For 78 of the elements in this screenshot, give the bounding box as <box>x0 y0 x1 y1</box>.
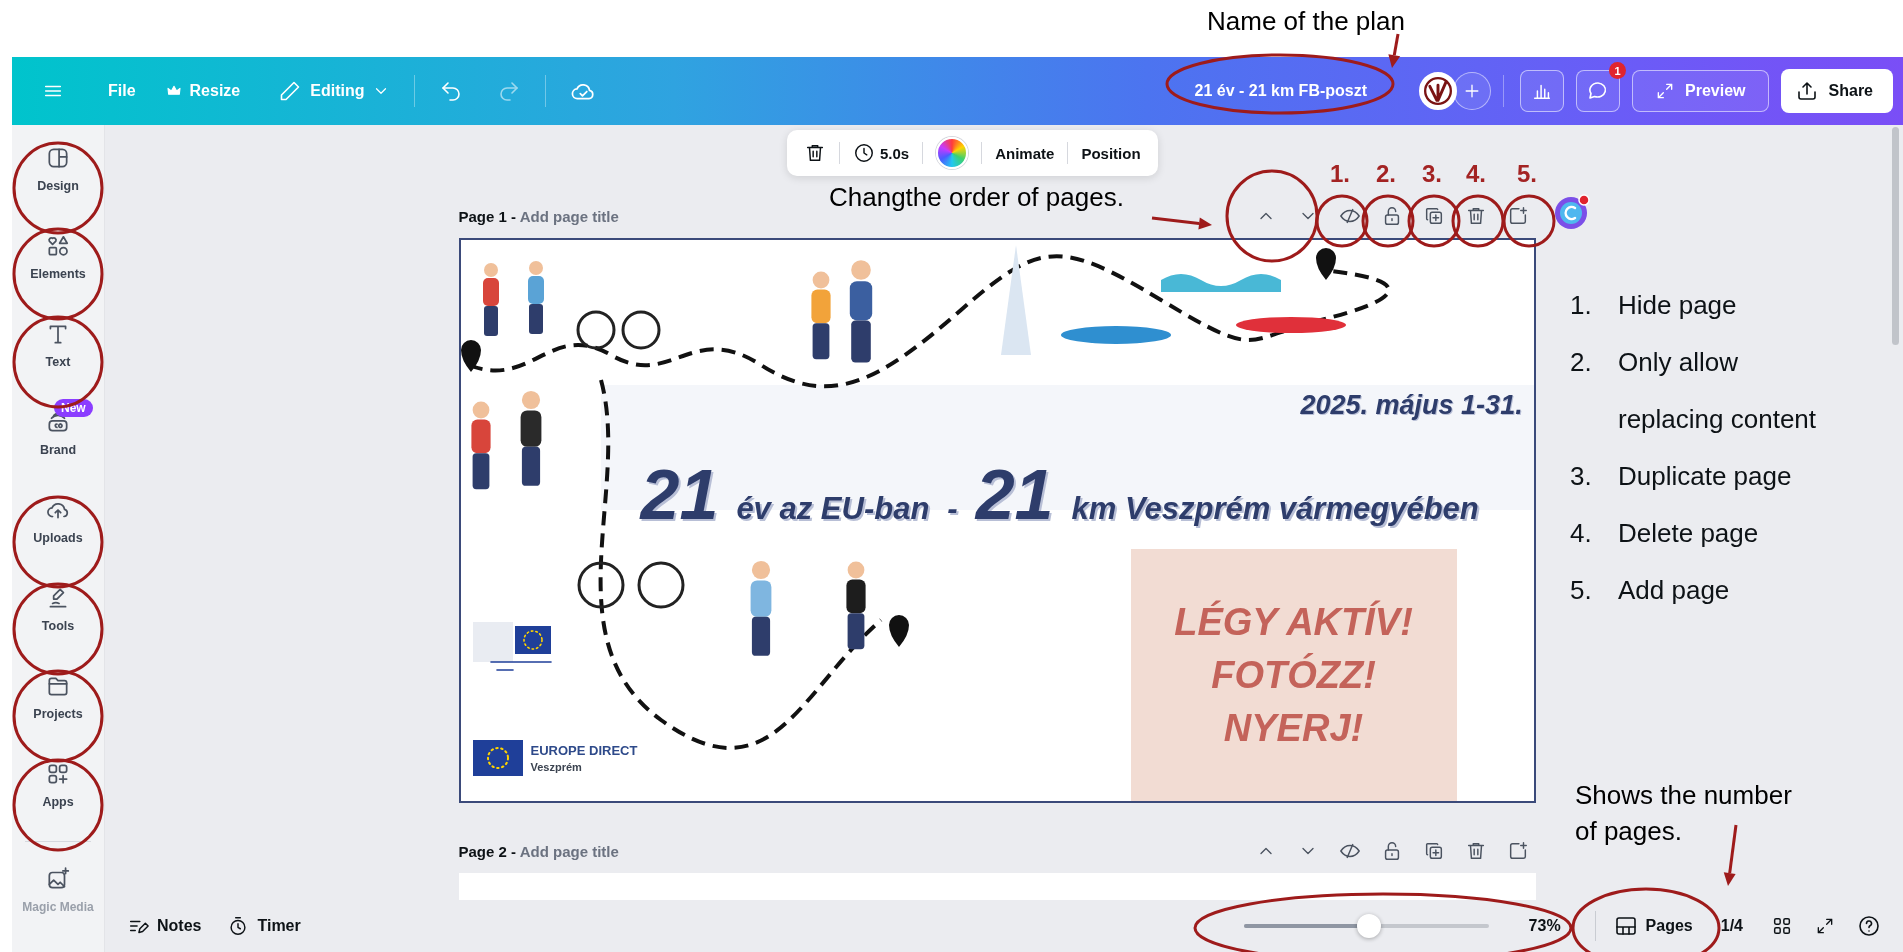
legend-text: Add page <box>1618 574 1731 607</box>
list-number: 3. <box>1570 460 1593 493</box>
apps-grid-icon <box>45 761 71 787</box>
sidebar-item[interactable]: Uploads <box>18 487 98 575</box>
timer-button[interactable]: Timer <box>219 909 309 943</box>
add-collaborator-button[interactable] <box>1453 72 1492 110</box>
color-wheel-icon <box>936 137 969 169</box>
help-icon <box>1857 914 1881 938</box>
headline-text: - <box>947 491 958 527</box>
sidebar-item[interactable]: Tools <box>18 575 98 663</box>
highlight-ellipse <box>1361 194 1415 248</box>
highlight-ellipse <box>1502 194 1556 248</box>
insights-button[interactable] <box>1520 70 1565 112</box>
expand-icon <box>1815 916 1835 936</box>
annotation-number: 2. <box>1376 160 1396 188</box>
duration-button[interactable]: 5.0s <box>844 136 919 170</box>
logo-mark-icon <box>1424 77 1453 105</box>
annotation-label: Name of the plan <box>1207 6 1405 37</box>
assistant-icon <box>1553 193 1591 231</box>
headline-text: km Veszprém vármegyében <box>1071 491 1479 527</box>
list-number: 1. <box>1570 289 1593 322</box>
layout-icon <box>45 145 71 171</box>
share-button[interactable]: Share <box>1780 69 1893 113</box>
magic-image-icon <box>45 866 71 892</box>
annotation-number: 4. <box>1466 160 1486 188</box>
annotation-arrow <box>1723 824 1738 886</box>
clock-icon <box>853 142 875 164</box>
annotation-arrow <box>1151 216 1212 230</box>
headline-text: év az EU-ban <box>736 491 930 527</box>
slider-thumb[interactable] <box>1356 914 1381 938</box>
annotation-label: Changthe order of pages. <box>829 182 1124 213</box>
list-number: 5. <box>1570 574 1593 607</box>
preview-button[interactable]: Preview <box>1632 70 1769 112</box>
sidebar-item[interactable]: Apps <box>18 751 98 839</box>
slogan-text: NYERJ! <box>1223 706 1364 750</box>
organization-name: EUROPE DIRECT <box>530 743 638 758</box>
notes-button[interactable]: Notes <box>119 909 210 943</box>
slogan-text: LÉGY AKTÍV! <box>1174 600 1413 644</box>
scrollbar-thumb[interactable] <box>1892 127 1899 345</box>
legend-text: Duplicate page <box>1618 460 1793 493</box>
zoom-level[interactable]: 73% <box>1510 917 1561 935</box>
sidebar-item[interactable]: Design <box>18 135 98 223</box>
date-text: 2025. május 1-31. <box>1300 390 1523 421</box>
trash-icon <box>804 142 826 164</box>
avatar-icon[interactable] <box>1419 72 1458 110</box>
sidebar-item[interactable]: Elements <box>18 223 98 311</box>
pages-button[interactable]: Pages <box>1605 908 1701 944</box>
sidebar-item[interactable]: Text <box>18 311 98 399</box>
position-button[interactable]: Position <box>1072 138 1150 168</box>
sidebar-item[interactable]: Projects <box>18 663 98 751</box>
eu-flag-icon <box>472 740 523 776</box>
annotation-number: 3. <box>1422 160 1442 188</box>
headline-text: 21 <box>975 455 1054 535</box>
legend-text: Delete page <box>1618 517 1760 550</box>
headline-text: 21 <box>640 455 719 535</box>
design-title[interactable]: 21 év - 21 km FB-poszt <box>1184 74 1378 108</box>
pages-icon <box>1613 914 1638 938</box>
grid-icon <box>1771 915 1793 937</box>
animate-button[interactable]: Animate <box>986 138 1064 168</box>
annotation-number: 1. <box>1330 160 1350 188</box>
highlight-ellipse <box>1407 194 1461 248</box>
notification-badge: 1 <box>1609 62 1627 79</box>
legend-text: Only allow replacing content <box>1618 346 1818 436</box>
city-text: Veszprém <box>530 761 583 773</box>
legend-text: Hide page <box>1618 289 1738 322</box>
list-number: 2. <box>1570 346 1593 379</box>
annotation-arrow <box>1388 33 1401 68</box>
list-number: 4. <box>1570 517 1593 550</box>
shapes-icon <box>45 233 71 259</box>
annotation-label: Shows the number of pages. <box>1575 779 1793 848</box>
zoom-slider[interactable] <box>1243 914 1489 938</box>
page-count: 1/4 <box>1719 916 1744 936</box>
page-title[interactable]: Page 1 - Add page title <box>458 207 619 225</box>
highlight-ellipse <box>1451 194 1505 248</box>
page-title[interactable]: Page 2 - Add page title <box>458 842 619 860</box>
slogan-text: FOTÓZZ! <box>1211 653 1376 697</box>
annotation-number: 5. <box>1517 160 1537 188</box>
design-page[interactable]: 2025. május 1-31. 21 év az EU-ban - 21 km Veszprém vármegyében LÉGY AKTÍV! FOTÓZZ! NYERJ! EUROPE DIRECT Veszprém <box>458 238 1536 803</box>
